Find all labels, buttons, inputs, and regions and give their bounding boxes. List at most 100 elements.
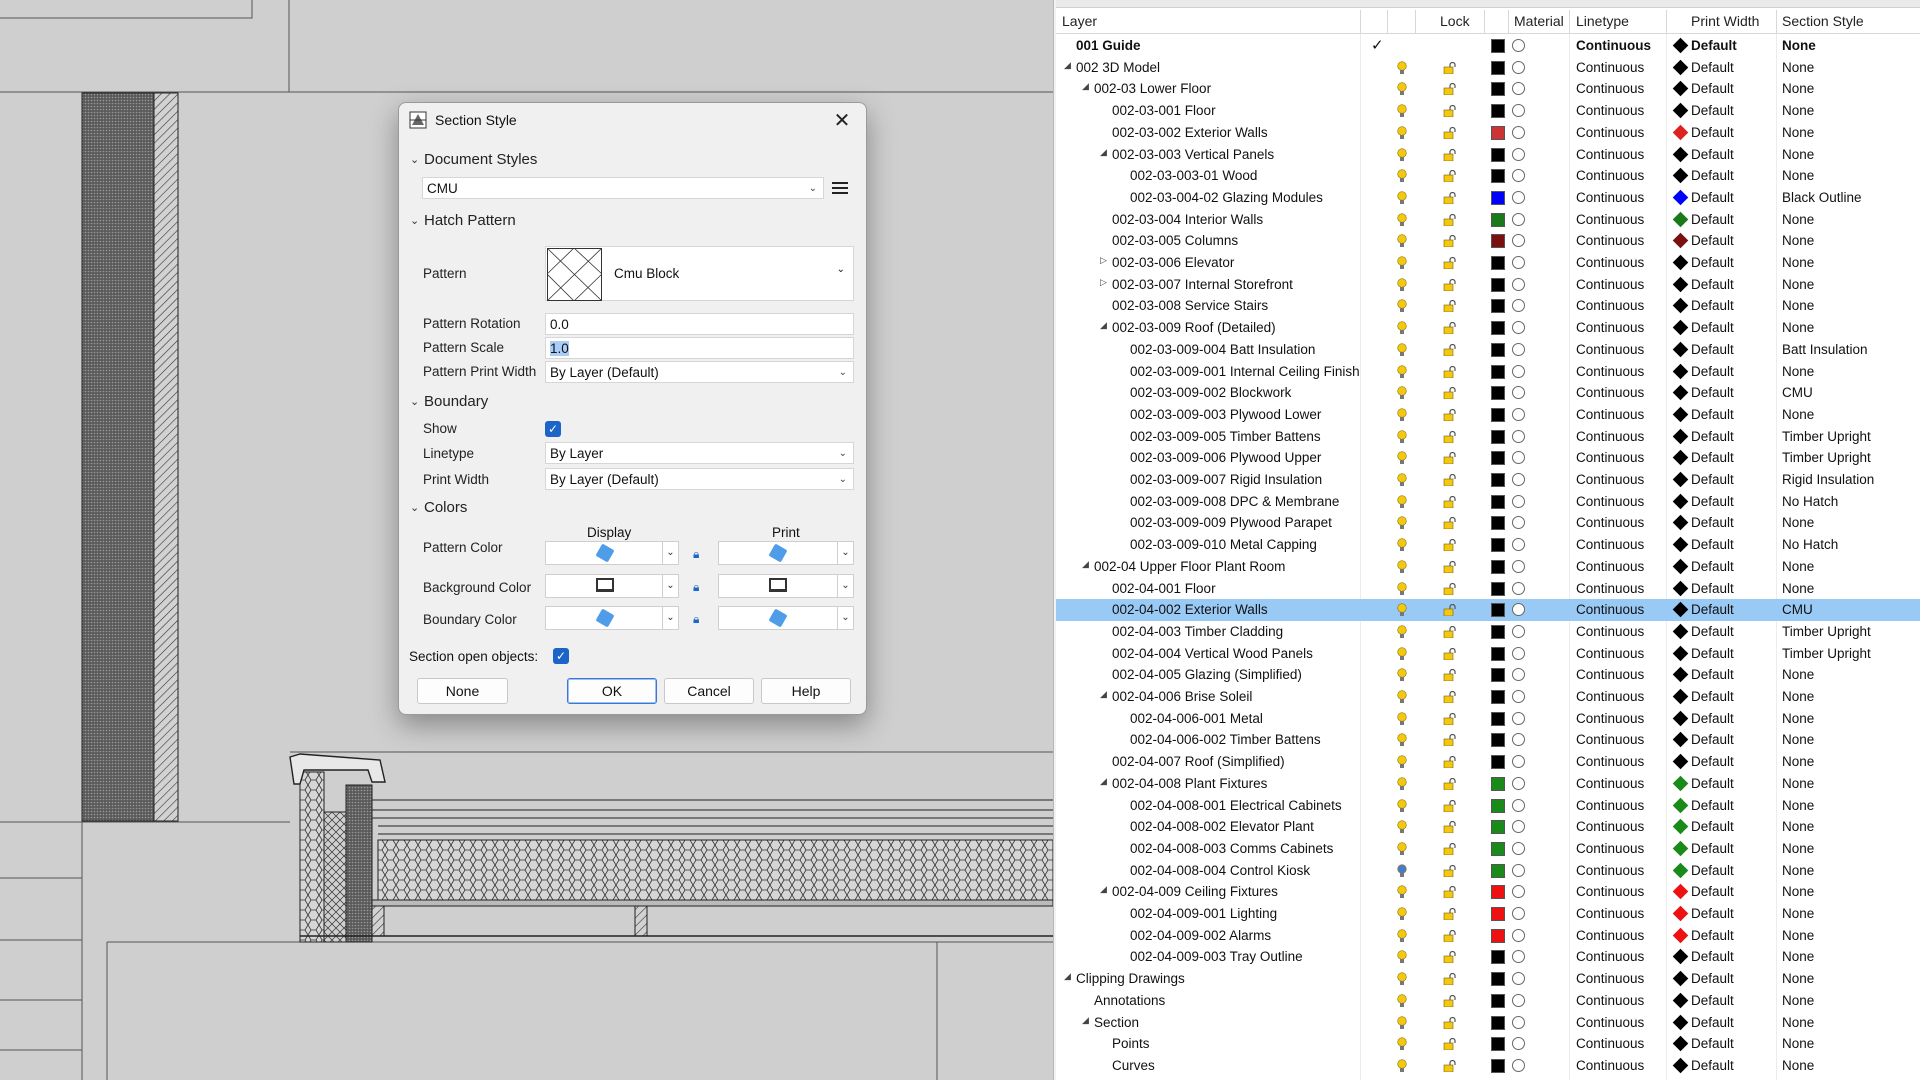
layer-color-swatch[interactable] <box>1491 581 1505 596</box>
layer-section-style[interactable]: None <box>1782 906 1814 921</box>
layer-section-style[interactable]: None <box>1782 364 1814 379</box>
material-circle-icon[interactable] <box>1512 516 1525 530</box>
material-circle-icon[interactable] <box>1512 473 1525 486</box>
layer-section-style[interactable]: None <box>1782 928 1814 943</box>
material-circle-icon[interactable] <box>1512 798 1525 812</box>
layer-linetype[interactable]: Continuous <box>1576 472 1644 487</box>
layer-row[interactable]: 002-04-008-003 Comms Cabinets Continuous D… <box>1056 838 1920 860</box>
print-color-diamond-icon[interactable] <box>1672 167 1689 184</box>
layer-section-style[interactable]: None <box>1782 581 1814 596</box>
material-circle-icon[interactable] <box>1512 1037 1525 1051</box>
lightbulb-icon[interactable] <box>1397 212 1407 227</box>
layer-color-swatch[interactable] <box>1491 1058 1505 1073</box>
layer-color-swatch[interactable] <box>1491 473 1505 487</box>
print-color-diamond-icon[interactable] <box>1672 298 1689 314</box>
print-color-diamond-icon[interactable] <box>1672 797 1689 813</box>
layer-section-style[interactable]: CMU <box>1782 385 1813 400</box>
unlock-icon[interactable] <box>1443 1016 1457 1029</box>
layer-row[interactable]: 002-03-004 Interior Walls Continuous Defau… <box>1056 209 1920 231</box>
print-color-diamond-icon[interactable] <box>1672 471 1689 488</box>
material-circle-icon[interactable] <box>1512 277 1525 291</box>
unlock-icon[interactable] <box>1443 213 1457 226</box>
material-circle-icon[interactable] <box>1512 104 1525 118</box>
layer-print-width[interactable]: Default <box>1691 993 1734 1008</box>
layer-color-swatch[interactable] <box>1491 624 1505 639</box>
help-button[interactable]: Help <box>761 678 851 704</box>
material-circle-icon[interactable] <box>1512 993 1525 1007</box>
unlock-icon[interactable] <box>1443 973 1457 986</box>
print-color-diamond-icon[interactable] <box>1672 124 1689 141</box>
layer-color-swatch[interactable] <box>1491 646 1505 661</box>
print-color-diamond-icon[interactable] <box>1672 558 1689 575</box>
layer-linetype[interactable]: Continuous <box>1576 407 1644 422</box>
layer-row[interactable]: ◢ 002-04 Upper Floor Plant Room Continuous… <box>1056 556 1920 578</box>
layer-color-swatch[interactable] <box>1491 950 1505 965</box>
layer-section-style[interactable]: None <box>1782 841 1814 856</box>
layer-color-swatch[interactable] <box>1491 190 1505 205</box>
layer-print-width[interactable]: Default <box>1691 38 1737 53</box>
print-color-diamond-icon[interactable] <box>1672 580 1689 596</box>
print-color-diamond-icon[interactable] <box>1672 667 1689 683</box>
unlock-icon[interactable] <box>1443 907 1457 921</box>
layer-linetype[interactable]: Continuous <box>1576 147 1644 162</box>
layer-linetype[interactable]: Continuous <box>1576 689 1644 704</box>
material-circle-icon[interactable] <box>1512 494 1525 508</box>
layer-color-swatch[interactable] <box>1491 386 1505 401</box>
layer-section-style[interactable]: Rigid Insulation <box>1782 472 1874 487</box>
pattern-display-color-picker[interactable]: ⌄ <box>545 541 679 565</box>
layer-color-swatch[interactable] <box>1491 82 1505 97</box>
layer-row[interactable]: ◢ Section Continuous Default None <box>1056 1012 1920 1034</box>
layer-linetype[interactable]: Continuous <box>1576 798 1644 813</box>
material-circle-icon[interactable] <box>1512 451 1525 465</box>
layer-section-style[interactable]: None <box>1782 298 1814 313</box>
lightbulb-icon[interactable] <box>1397 234 1407 248</box>
layer-color-swatch[interactable] <box>1491 494 1505 509</box>
layer-color-swatch[interactable] <box>1491 60 1505 75</box>
layer-row[interactable]: ◢ 002-03-009 Roof (Detailed) Continuous Def… <box>1056 317 1920 339</box>
unlock-icon[interactable] <box>1443 387 1457 400</box>
print-color-diamond-icon[interactable] <box>1672 884 1689 900</box>
material-circle-icon[interactable] <box>1512 668 1525 682</box>
lightbulb-icon[interactable] <box>1397 820 1407 834</box>
layer-linetype[interactable]: Continuous <box>1576 212 1644 227</box>
lightbulb-icon[interactable] <box>1397 299 1407 313</box>
layer-section-style[interactable]: None <box>1782 1015 1814 1030</box>
unlock-icon[interactable] <box>1443 126 1457 140</box>
layer-row[interactable]: 002-04-002 Exterior Walls Continuous Defau… <box>1056 599 1920 621</box>
print-color-diamond-icon[interactable] <box>1672 428 1689 444</box>
layer-linetype[interactable]: Continuous <box>1576 841 1644 856</box>
print-color-diamond-icon[interactable] <box>1672 970 1689 987</box>
lightbulb-icon[interactable] <box>1397 473 1407 487</box>
layer-row[interactable]: 002-03-004-02 Glazing Modules Continuous D… <box>1056 187 1920 209</box>
layer-linetype[interactable]: Continuous <box>1576 819 1644 834</box>
layer-color-swatch[interactable] <box>1491 668 1505 683</box>
lightbulb-icon[interactable] <box>1397 907 1407 921</box>
layer-print-width[interactable]: Default <box>1691 906 1734 921</box>
material-circle-icon[interactable] <box>1512 60 1525 74</box>
layer-print-width[interactable]: Default <box>1691 515 1734 530</box>
layer-print-width[interactable]: Default <box>1691 1058 1734 1073</box>
unlock-icon[interactable] <box>1443 148 1457 161</box>
material-circle-icon[interactable] <box>1512 624 1525 638</box>
ok-button[interactable]: OK <box>567 678 657 704</box>
lightbulb-icon[interactable] <box>1397 668 1407 682</box>
unlock-icon[interactable] <box>1443 495 1457 508</box>
print-color-diamond-icon[interactable] <box>1672 363 1689 379</box>
expand-open-icon[interactable]: ◢ <box>1082 559 1089 570</box>
material-circle-icon[interactable] <box>1512 212 1525 226</box>
layer-section-style[interactable]: None <box>1782 125 1814 140</box>
layer-linetype[interactable]: Continuous <box>1576 906 1644 921</box>
layer-print-width[interactable]: Default <box>1691 147 1734 162</box>
unlock-icon[interactable] <box>1443 712 1457 725</box>
print-color-diamond-icon[interactable] <box>1672 775 1689 792</box>
layer-section-style[interactable]: None <box>1782 233 1814 248</box>
layer-color-swatch[interactable] <box>1491 733 1505 748</box>
unlock-icon[interactable] <box>1443 322 1457 335</box>
material-circle-icon[interactable] <box>1512 690 1525 703</box>
material-circle-icon[interactable] <box>1512 972 1525 986</box>
layer-color-swatch[interactable] <box>1491 147 1505 162</box>
expand-open-icon[interactable]: ◢ <box>1100 320 1107 331</box>
unlock-icon[interactable] <box>1443 799 1457 812</box>
layer-section-style[interactable]: None <box>1782 776 1814 791</box>
layer-color-swatch[interactable] <box>1491 885 1505 900</box>
